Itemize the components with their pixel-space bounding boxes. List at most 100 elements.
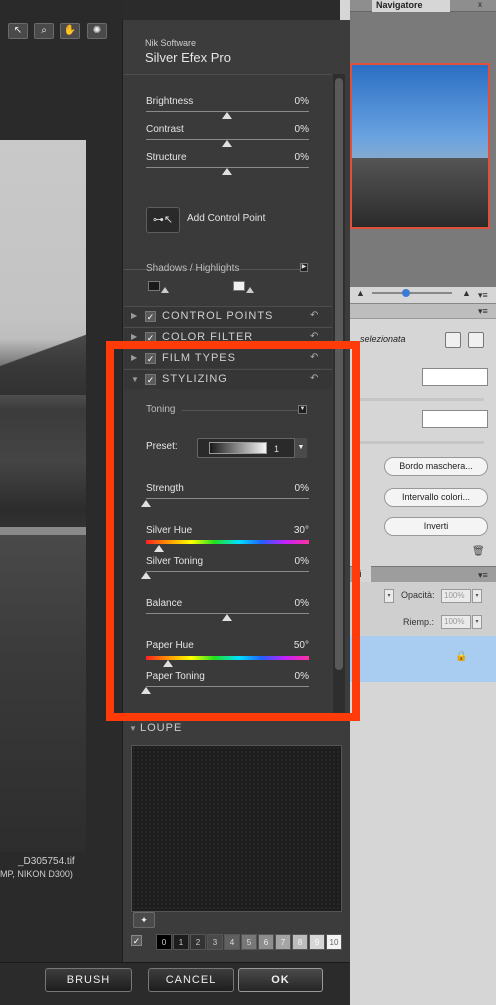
fill-field[interactable]: 100% [441, 615, 471, 629]
close-icon[interactable]: x [478, 0, 492, 10]
contrast-slider-knob[interactable] [222, 140, 232, 147]
preset-gradient-swatch [209, 442, 267, 454]
zone-5[interactable]: 5 [241, 934, 257, 950]
brightness-slider-knob[interactable] [222, 112, 232, 119]
zoom-out-icon[interactable]: ▲ [356, 288, 365, 298]
toning-collapse-icon[interactable]: ▼ [298, 405, 307, 414]
loupe-title[interactable]: LOUPE [140, 722, 182, 734]
vector-mask-icon[interactable] [468, 332, 484, 348]
strength-value: 0% [294, 483, 309, 494]
shadows-highlights-expand-icon[interactable]: ▶ [300, 263, 308, 272]
brand-vendor: Nik Software [145, 38, 197, 48]
chevron-down-icon[interactable]: ▼ [294, 438, 307, 458]
pixel-mask-icon[interactable] [445, 332, 461, 348]
trash-icon[interactable]: 🗑 [472, 546, 485, 557]
shadows-swatch[interactable] [148, 281, 160, 291]
zoom-slider-track[interactable] [372, 292, 452, 294]
section-title[interactable]: FILM TYPES [162, 352, 236, 364]
lightbulb-tool-icon[interactable]: ✺ [87, 23, 107, 39]
checkbox-film-types[interactable]: ✓ [145, 353, 156, 364]
preset-number: 1 [274, 444, 280, 454]
masks-panel-header [350, 303, 496, 319]
hand-tool-icon[interactable]: ✋ [60, 23, 80, 39]
highlights-slider-knob[interactable] [246, 287, 254, 293]
file-name: _D305754.tif [18, 856, 75, 867]
opacity-dropdown[interactable]: ▾ [472, 589, 482, 603]
expand-icon[interactable]: ▶ [131, 311, 137, 320]
zone-10[interactable]: 10 [326, 934, 342, 950]
layers-panel-header [350, 566, 496, 582]
reset-icon[interactable]: ↶ [310, 352, 318, 363]
opacity-field[interactable]: 100% [441, 589, 471, 603]
selected-layer-row[interactable] [350, 636, 496, 682]
zone-0[interactable]: 0 [156, 934, 172, 950]
shadows-slider-knob[interactable] [161, 287, 169, 293]
fill-dropdown[interactable]: ▾ [472, 615, 482, 629]
layers-tab-label[interactable]: ti [357, 566, 371, 582]
balance-slider-knob[interactable] [222, 614, 232, 621]
structure-slider-knob[interactable] [222, 168, 232, 175]
selection-label: selezionata [360, 334, 406, 344]
pointer-tool-icon[interactable]: ↖ [8, 23, 28, 39]
checkbox-control-points[interactable]: ✓ [145, 311, 156, 322]
section-title[interactable]: STYLIZING [162, 373, 228, 385]
zone-9[interactable]: 9 [309, 934, 325, 950]
blend-mode-dropdown[interactable]: ▾ [384, 589, 394, 603]
mask-edge-button[interactable]: Bordo maschera... [384, 457, 488, 476]
section-title[interactable]: COLOR FILTER [162, 331, 253, 343]
add-control-point-label[interactable]: Add Control Point [187, 213, 265, 224]
zone-7[interactable]: 7 [275, 934, 291, 950]
navigator-zoom-bar [350, 287, 496, 301]
preview-image-railing [0, 527, 86, 535]
panel-menu-icon[interactable]: ▾≡ [478, 290, 488, 301]
brightness-label: Brightness [146, 96, 194, 107]
ok-button[interactable]: OK [238, 968, 323, 992]
collapse-icon[interactable]: ▼ [129, 724, 137, 733]
reset-icon[interactable]: ↶ [310, 331, 318, 342]
density-field[interactable] [422, 368, 488, 386]
silver-hue-label: Silver Hue [146, 525, 193, 536]
cancel-button[interactable]: CANCEL [148, 968, 234, 992]
zoom-in-icon[interactable]: ▲ [462, 288, 471, 298]
checkbox-color-filter[interactable]: ✓ [145, 332, 156, 343]
zone-3[interactable]: 3 [207, 934, 223, 950]
strength-slider-knob[interactable] [141, 500, 151, 507]
color-range-button[interactable]: Intervallo colori... [384, 488, 488, 507]
brush-button[interactable]: BRUSH [45, 968, 132, 992]
silver-toning-slider-knob[interactable] [141, 572, 151, 579]
paper-hue-slider-knob[interactable] [163, 660, 173, 667]
structure-label: Structure [146, 152, 187, 163]
zone-1[interactable]: 1 [173, 934, 189, 950]
silver-hue-slider[interactable] [146, 540, 309, 544]
zone-system-checkbox[interactable]: ✓ [131, 935, 142, 946]
collapse-icon[interactable]: ▼ [131, 375, 139, 384]
strength-slider[interactable] [146, 498, 309, 499]
expand-icon[interactable]: ▶ [131, 353, 137, 362]
section-title[interactable]: CONTROL POINTS [162, 310, 273, 322]
silver-hue-slider-knob[interactable] [154, 545, 164, 552]
panel-menu-icon[interactable]: ▾≡ [478, 306, 488, 317]
silver-toning-slider[interactable] [146, 571, 309, 572]
highlights-swatch[interactable] [233, 281, 245, 291]
toning-label: Toning [146, 404, 176, 415]
panel-scrollbar-thumb[interactable] [335, 78, 343, 670]
brightness-value: 0% [294, 96, 309, 107]
invert-button[interactable]: Inverti [384, 517, 488, 536]
zone-4[interactable]: 4 [224, 934, 240, 950]
zoom-slider-knob[interactable] [402, 289, 410, 297]
zone-6[interactable]: 6 [258, 934, 274, 950]
reset-icon[interactable]: ↶ [310, 310, 318, 321]
paper-toning-slider[interactable] [146, 686, 309, 687]
zoom-tool-icon[interactable]: ⌕ [34, 23, 54, 39]
zone-2[interactable]: 2 [190, 934, 206, 950]
feather-field[interactable] [422, 410, 488, 428]
expand-icon[interactable]: ▶ [131, 332, 137, 341]
checkbox-stylizing[interactable]: ✓ [145, 374, 156, 385]
reset-icon[interactable]: ↶ [310, 373, 318, 384]
paper-toning-slider-knob[interactable] [141, 687, 151, 694]
panel-menu-icon[interactable]: ▾≡ [478, 570, 488, 581]
zone-8[interactable]: 8 [292, 934, 308, 950]
add-control-point-button[interactable]: ⊶↖ [146, 207, 180, 233]
pin-icon[interactable]: ✦ [133, 912, 155, 928]
tab-navigator[interactable]: Navigatore [372, 0, 450, 12]
